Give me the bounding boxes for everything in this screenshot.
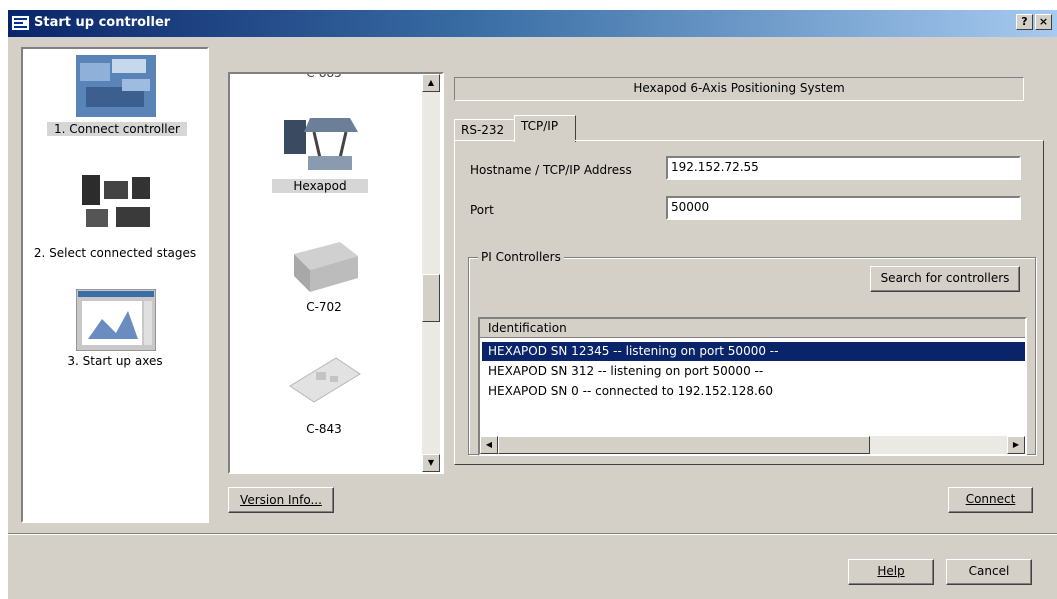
window-title: Start up controller [34, 15, 171, 30]
controllers-list-hscrollbar[interactable]: ◀ ▶ [480, 436, 1025, 454]
scroll-up-button[interactable]: ▲ [422, 74, 440, 92]
cancel-button[interactable]: Cancel [946, 559, 1032, 585]
controllers-list[interactable]: Identification HEXAPOD SN 12345 -- liste… [478, 317, 1027, 456]
step-label: 3. Start up axes [67, 354, 163, 368]
controller-box-image-icon [280, 234, 366, 300]
device-list[interactable]: C-885 Hexapod C-702 C-843 ▲ ▼ [228, 72, 444, 474]
connect-button[interactable]: Connect [948, 487, 1033, 513]
device-list-scrollbar[interactable]: ▲ ▼ [422, 74, 440, 472]
app-icon [11, 15, 30, 31]
hostname-label: Hostname / TCP/IP Address [470, 163, 632, 177]
version-info-button[interactable]: Version Info... [228, 487, 334, 513]
steps-panel: 1. Connect controller 2. Select connecte… [21, 47, 209, 523]
system-name-label: Hexapod 6-Axis Positioning System [454, 77, 1024, 101]
scroll-thumb[interactable] [422, 274, 440, 322]
device-label: C-702 [306, 300, 342, 314]
hexapod-image-icon [280, 110, 366, 176]
hscroll-thumb[interactable] [498, 436, 870, 454]
identification-column-header[interactable]: Identification [480, 319, 1025, 338]
close-button[interactable]: × [1035, 14, 1052, 30]
device-label: C-843 [306, 422, 342, 436]
list-item[interactable]: HEXAPOD SN 12345 -- listening on port 50… [482, 342, 1025, 361]
search-controllers-button[interactable]: Search for controllers [870, 266, 1020, 292]
list-item[interactable]: HEXAPOD SN 0 -- connected to 192.152.128… [482, 382, 1025, 401]
stages-photo-icon [76, 171, 156, 233]
port-label: Port [470, 203, 494, 217]
step-label: 2. Select connected stages [33, 246, 197, 260]
start-up-controller-window: Start up controller ? × 1. Connect contr… [8, 10, 1057, 599]
pci-card-image-icon [280, 350, 366, 416]
port-field[interactable]: 50000 [666, 196, 1021, 220]
scroll-down-button[interactable]: ▼ [422, 454, 440, 472]
tab-tcp-ip[interactable]: TCP/IP [514, 115, 576, 142]
axes-window-icon [76, 289, 156, 351]
hostname-field[interactable]: 192.152.72.55 [666, 156, 1021, 180]
list-item[interactable]: HEXAPOD SN 312 -- listening on port 5000… [482, 362, 1025, 381]
device-label: Hexapod [272, 179, 368, 193]
scroll-left-button[interactable]: ◀ [480, 436, 498, 454]
pi-controllers-group-label: PI Controllers [478, 250, 564, 264]
controllers-photo-icon [76, 55, 156, 117]
scroll-right-button[interactable]: ▶ [1007, 436, 1025, 454]
device-label-partial: C-885 [306, 72, 342, 80]
help-button[interactable]: Help [848, 559, 934, 585]
step-label: 1. Connect controller [47, 122, 187, 136]
tab-rs-232[interactable]: RS-232 [454, 119, 516, 142]
footer-divider [8, 533, 1057, 535]
help-context-button[interactable]: ? [1016, 14, 1033, 30]
title-bar[interactable]: Start up controller ? × [8, 10, 1057, 37]
